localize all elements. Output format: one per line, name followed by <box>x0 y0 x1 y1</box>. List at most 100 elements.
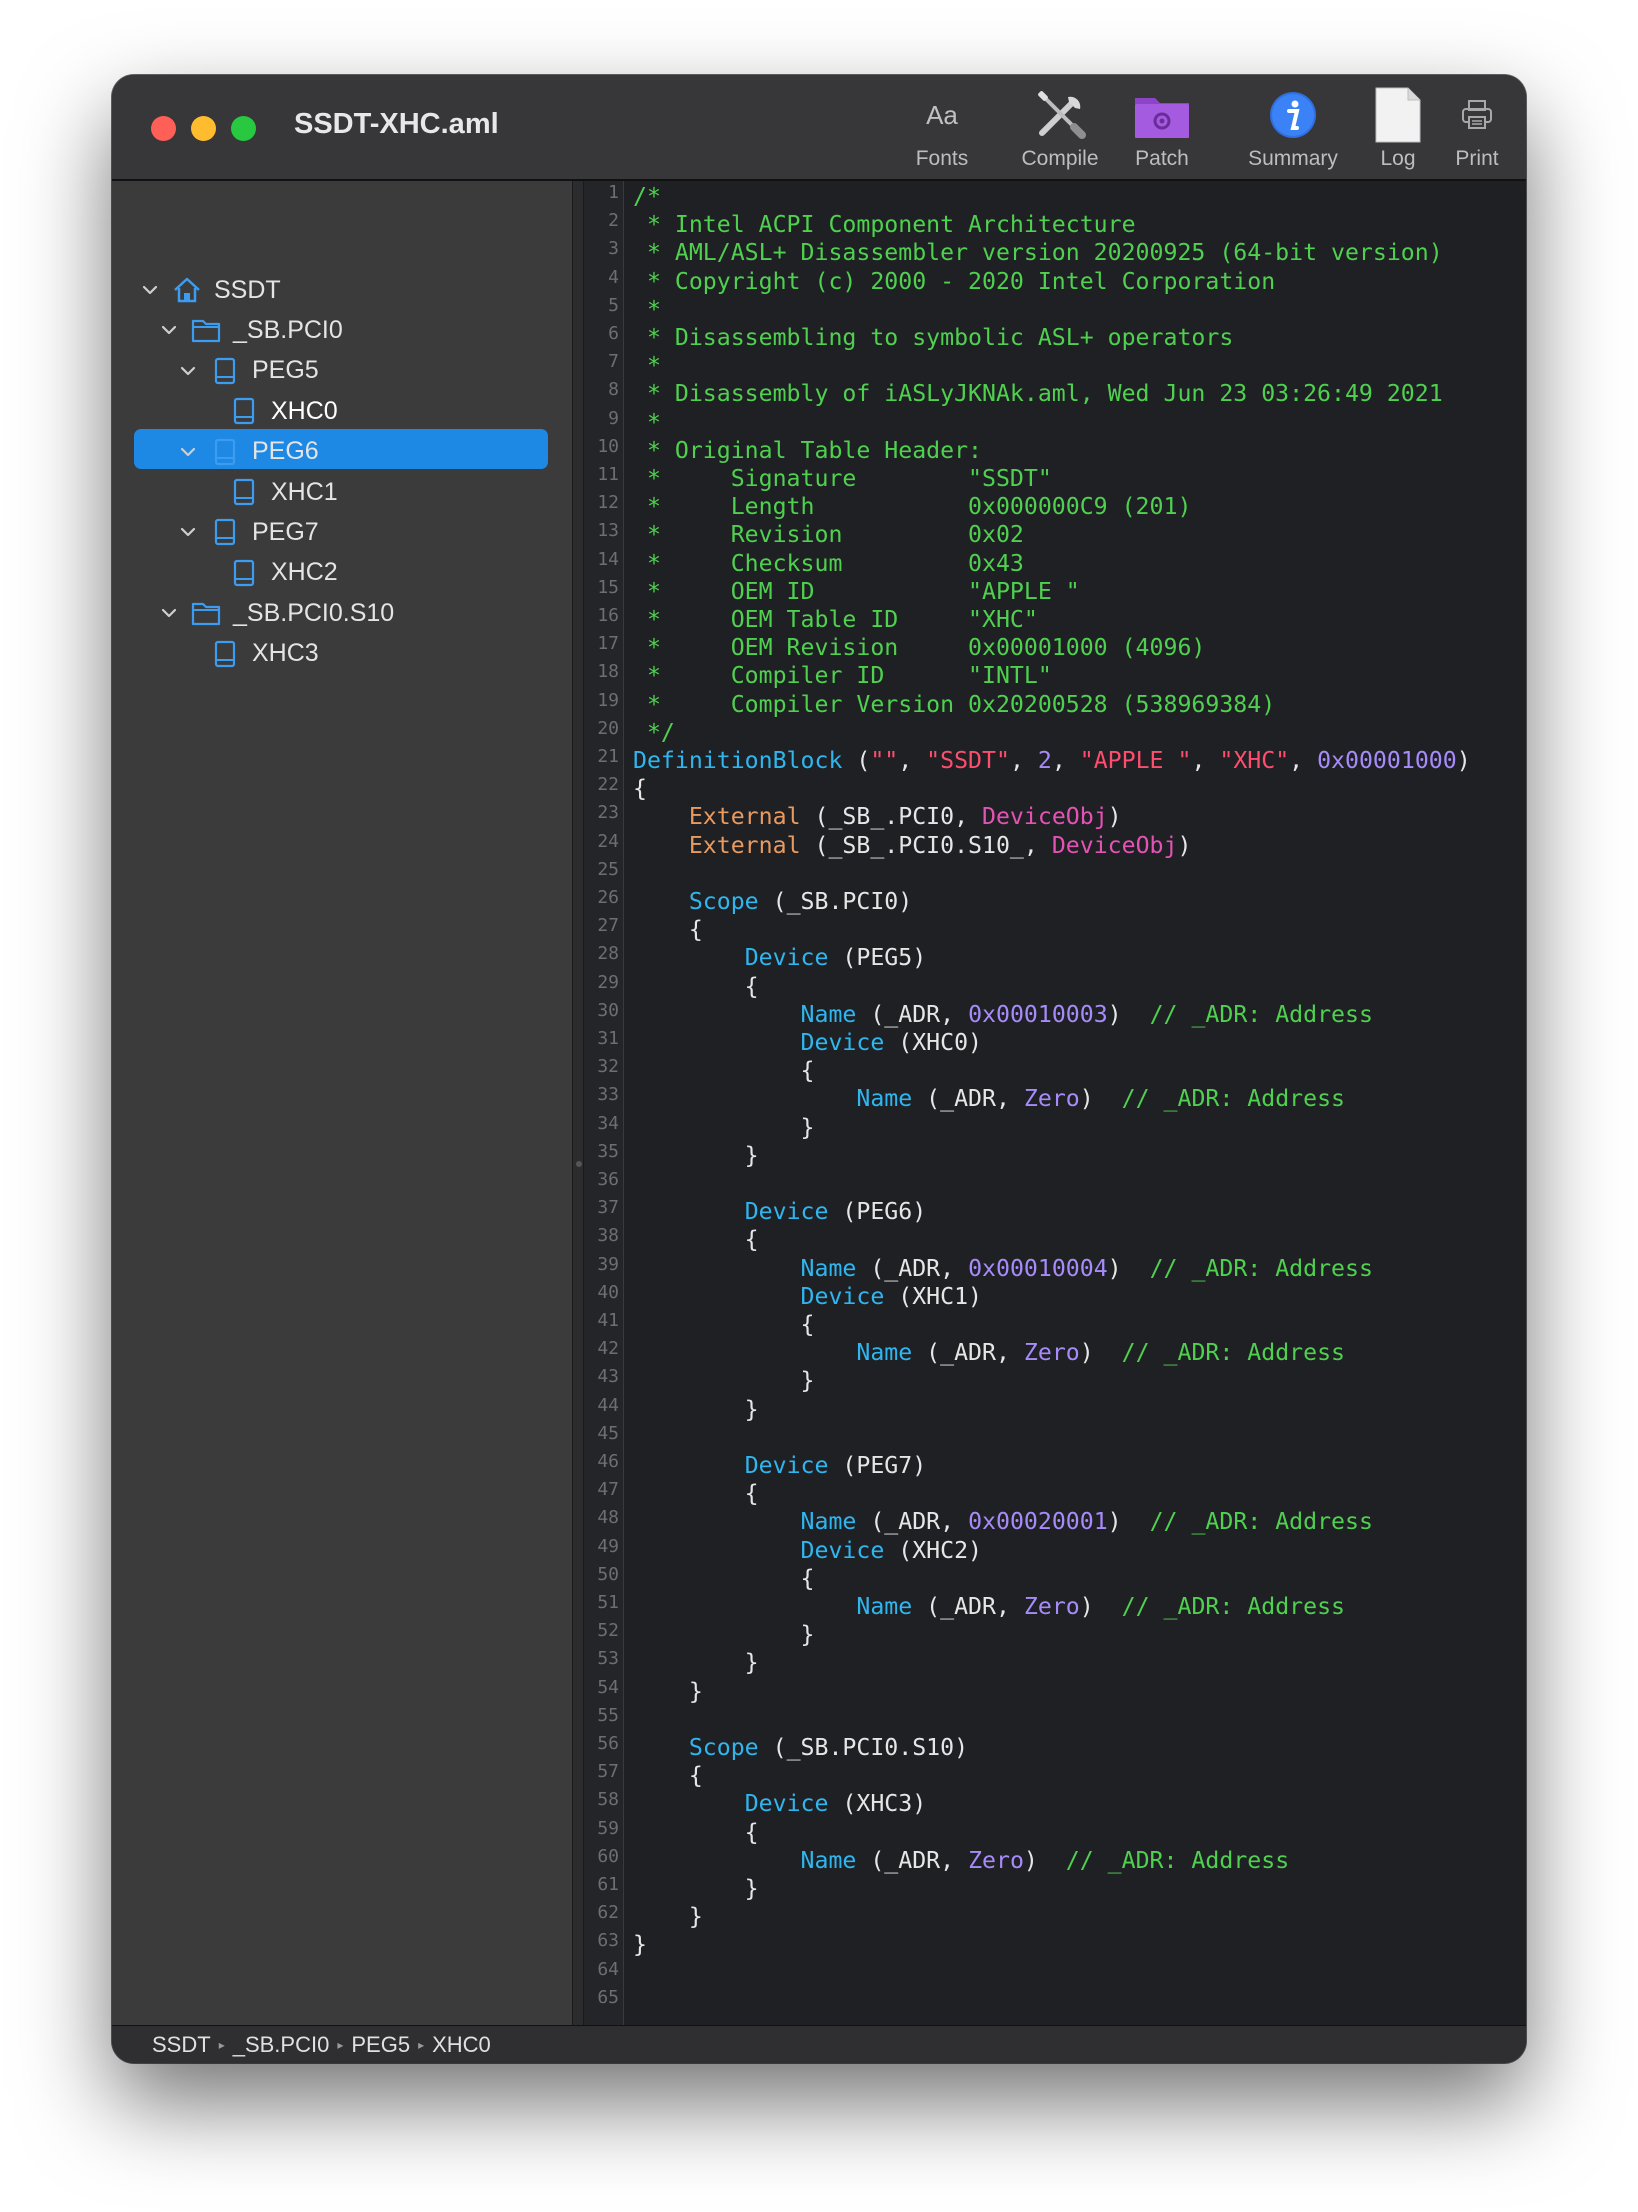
split-view-divider[interactable] <box>572 181 584 2025</box>
fonts-button[interactable]: Aa Fonts <box>894 85 990 181</box>
breadcrumb: SSDT ▸ _SB.PCI0 ▸ PEG5 ▸ XHC0 <box>112 2025 1526 2063</box>
breadcrumb-item[interactable]: _SB.PCI0 <box>233 2032 330 2058</box>
line-number: 44 <box>597 1394 619 1416</box>
code-token: Device <box>800 1282 885 1310</box>
compile-button[interactable]: Compile <box>1010 85 1110 181</box>
code-line: { <box>633 1819 759 1847</box>
code-token: ) <box>1107 1254 1150 1282</box>
code-token: } <box>633 1931 647 1959</box>
code-token: Device <box>744 944 829 972</box>
breadcrumb-item[interactable]: PEG5 <box>351 2032 410 2058</box>
code-token: Name <box>800 1846 857 1874</box>
line-number: 26 <box>597 887 619 908</box>
chevron-down-icon[interactable] <box>176 440 200 464</box>
line-number: 56 <box>597 1733 619 1754</box>
code-token: // _ADR: Address <box>1149 1000 1373 1028</box>
code-token: { <box>633 1311 815 1338</box>
code-token: 0x00020001 <box>968 1508 1108 1536</box>
close-window-button[interactable] <box>151 116 176 141</box>
tree-item-peg5[interactable]: PEG5 <box>176 352 319 390</box>
code-line: } <box>633 1396 759 1424</box>
code-token: Device <box>744 1198 829 1226</box>
code-line: External (_SB_.PCI0.S10_, DeviceObj) <box>633 831 1192 860</box>
line-number: 23 <box>597 802 619 824</box>
code-token: Device <box>744 1790 829 1818</box>
tree-item--sb-pci0-s10[interactable]: _SB.PCI0.S10 <box>157 594 394 632</box>
line-number: 59 <box>597 1817 619 1839</box>
code-token: Zero <box>1023 1593 1080 1620</box>
code-line: { <box>633 1480 759 1508</box>
code-token: "SSDT" <box>926 747 1010 774</box>
minimize-window-button[interactable] <box>191 116 216 141</box>
line-number: 51 <box>597 1592 619 1613</box>
tree-item--sb-pci0[interactable]: _SB.PCI0 <box>157 311 343 349</box>
code-token: * Copyright (c) 2000 - 2020 Intel Corpor… <box>633 267 1276 295</box>
code-token: */ <box>633 718 675 746</box>
wrench-screwdriver-icon <box>1032 85 1088 145</box>
line-number: 38 <box>597 1225 619 1247</box>
code-token: Name <box>800 1254 857 1282</box>
summary-button[interactable]: Summary <box>1228 85 1358 181</box>
tree-item-peg6[interactable]: PEG6 <box>176 433 319 471</box>
tree-item-xhc0[interactable]: XHC0 <box>195 392 338 430</box>
code-line: { <box>633 1226 759 1254</box>
code-token: , <box>1191 747 1220 774</box>
tree-item-xhc1[interactable]: XHC1 <box>195 473 338 511</box>
zoom-window-button[interactable] <box>231 116 256 141</box>
code-token: (_SB.PCI0) <box>758 888 913 915</box>
tree-item-ssdt[interactable]: SSDT <box>138 271 281 309</box>
code-line: Device (PEG6) <box>633 1198 927 1226</box>
code-token: * Compiler Version 0x20200528 (538969384… <box>633 690 1276 718</box>
tree-item-xhc3[interactable]: XHC3 <box>176 635 319 673</box>
code-token: Scope <box>688 1734 759 1761</box>
code-line: { <box>633 973 759 1001</box>
chevron-down-icon[interactable] <box>157 318 181 342</box>
tree-item-label: XHC2 <box>271 558 338 587</box>
code-line: * Disassembling to symbolic ASL+ operato… <box>633 324 1233 352</box>
code-token: (PEG6) <box>828 1198 927 1226</box>
chevron-down-icon[interactable] <box>138 278 162 302</box>
code-token: * Checksum 0x43 <box>633 549 1024 577</box>
code-token: ) <box>1079 1339 1122 1367</box>
code-line: Name (_ADR, Zero) // _ADR: Address <box>633 1085 1345 1113</box>
code-token: DeviceObj <box>982 803 1108 831</box>
code-token: External <box>688 831 801 859</box>
chevron-down-icon[interactable] <box>176 359 200 383</box>
line-number: 2 <box>608 210 619 232</box>
code-token: Device <box>800 1536 885 1564</box>
line-number: 18 <box>597 661 619 683</box>
line-number: 49 <box>597 1535 619 1557</box>
breadcrumb-item[interactable]: XHC0 <box>432 2032 491 2058</box>
code-token: (_SB.PCI0.S10) <box>758 1734 969 1761</box>
tree-item-label: SSDT <box>214 275 281 304</box>
code-token: Zero <box>1023 1085 1080 1113</box>
code-editor[interactable]: /* * Intel ACPI Component Architecture *… <box>625 181 1526 2025</box>
log-button[interactable]: Log <box>1360 85 1436 181</box>
patch-button[interactable]: Patch <box>1122 85 1202 181</box>
chevron-down-icon[interactable] <box>176 520 200 544</box>
line-number: 22 <box>597 774 619 796</box>
code-token: (XHC0) <box>884 1029 983 1056</box>
tree-item-peg7[interactable]: PEG7 <box>176 513 319 551</box>
code-token: } <box>633 1875 759 1902</box>
tree-item-label: PEG5 <box>252 356 319 385</box>
breadcrumb-item[interactable]: SSDT <box>152 2032 211 2058</box>
code-token: } <box>633 1113 815 1141</box>
code-token: } <box>633 1903 703 1931</box>
code-token: Name <box>800 1000 857 1028</box>
line-number: 40 <box>597 1281 619 1303</box>
chevron-down-icon[interactable] <box>157 601 181 625</box>
line-number: 39 <box>597 1253 619 1275</box>
line-number: 3 <box>608 238 619 260</box>
print-button[interactable]: Print <box>1438 85 1516 181</box>
line-number: 6 <box>608 323 619 344</box>
printer-icon <box>1460 85 1494 145</box>
tree-item-xhc2[interactable]: XHC2 <box>195 554 338 592</box>
